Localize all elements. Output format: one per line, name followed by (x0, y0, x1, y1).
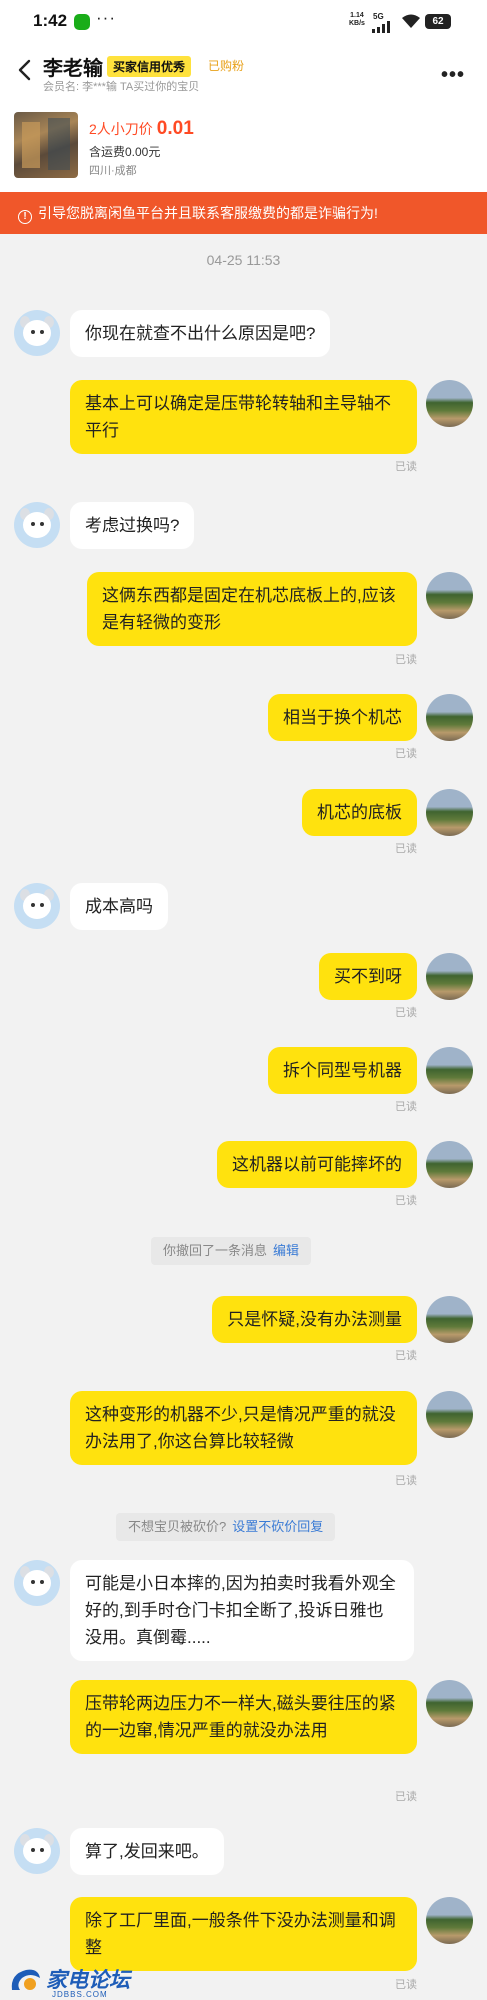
product-location: 四川·成都 (89, 165, 137, 177)
chat-header: 李老输 买家信用优秀 已购粉 会员名: 李***输 TA买过你的宝贝 ••• (0, 44, 487, 96)
signal-icon (372, 21, 390, 33)
warning-text: 引导您脱离闲鱼平台并且联系客服缴费的都是诈骗行为! (38, 205, 378, 221)
read-receipt: 已读 (395, 1195, 417, 1207)
my-avatar[interactable] (426, 953, 473, 1000)
read-receipt: 已读 (395, 1350, 417, 1362)
my-avatar[interactable] (426, 1680, 473, 1727)
my-avatar[interactable] (426, 694, 473, 741)
contact-avatar[interactable] (14, 1828, 60, 1874)
watermark-icon (11, 1969, 40, 1990)
status-bar: 1:42 ··· 1.14 KB/s 5G 62 (0, 0, 487, 44)
watermark-logo: 家电论坛 JDBBS.COM (8, 1960, 138, 2000)
message-bubble-left[interactable]: 可能是小日本摔的,因为拍卖时我看外观全好的,到手时仓门卡扣全断了,投诉日雅也没用… (70, 1560, 414, 1661)
member-info: 会员名: 李***输 TA买过你的宝贝 (43, 81, 200, 93)
read-receipt: 已读 (395, 1007, 417, 1019)
bargain-notice-text: 不想宝贝被砍价? (128, 1519, 227, 1534)
product-price-label: 2人小刀价 (89, 121, 153, 137)
message-bubble-right[interactable]: 这机器以前可能摔坏的 (217, 1141, 417, 1188)
watermark-subtitle: JDBBS.COM (52, 1990, 108, 1999)
product-card[interactable]: 2人小刀价 0.01 含运费0.00元 四川·成都 (0, 96, 487, 192)
bargain-setting-link[interactable]: 设置不砍价回复 (232, 1519, 323, 1534)
network-speed-unit: KB/s (349, 20, 365, 27)
message-bubble-left[interactable]: 你现在就查不出什么原因是吧? (70, 310, 331, 357)
recall-notice: 你撤回了一条消息 编辑 (151, 1237, 312, 1265)
message-bubble-right[interactable]: 买不到呀 (319, 953, 417, 1000)
my-avatar[interactable] (426, 1141, 473, 1188)
fraud-warning-banner: ! 引导您脱离闲鱼平台并且联系客服缴费的都是诈骗行为! (0, 192, 487, 234)
contact-avatar[interactable] (14, 1560, 60, 1606)
product-price-value: 0.01 (156, 118, 194, 139)
my-avatar[interactable] (426, 1391, 473, 1438)
bought-label: 已购粉 (208, 59, 245, 73)
message-bubble-right[interactable]: 相当于换个机芯 (268, 694, 417, 741)
contact-name[interactable]: 李老输 (43, 52, 103, 81)
contact-avatar[interactable] (14, 310, 60, 356)
bargain-notice: 不想宝贝被砍价? 设置不砍价回复 (116, 1513, 336, 1541)
warning-icon: ! (18, 210, 32, 224)
read-receipt: 已读 (395, 1475, 417, 1487)
my-avatar[interactable] (426, 1047, 473, 1094)
network-speed: 1.14 KB/s (349, 12, 365, 28)
message-bubble-right[interactable]: 压带轮两边压力不一样大,磁头要往压的紧的一边窜,情况严重的就没办法用 (70, 1680, 417, 1754)
contact-avatar[interactable] (14, 502, 60, 548)
wechat-notification-icon (74, 14, 90, 30)
message-bubble-left[interactable]: 算了,发回来吧。 (70, 1828, 224, 1875)
message-bubble-left[interactable]: 考虑过换吗? (70, 502, 195, 549)
recall-edit-link[interactable]: 编辑 (273, 1243, 299, 1258)
more-notifications-icon: ··· (96, 8, 116, 27)
my-avatar[interactable] (426, 1296, 473, 1343)
product-shipping: 含运费0.00元 (89, 145, 161, 159)
read-receipt: 已读 (395, 748, 417, 760)
my-avatar[interactable] (426, 789, 473, 836)
read-receipt: 已读 (395, 843, 417, 855)
read-receipt: 已读 (395, 1791, 417, 1803)
chat-timestamp: 04-25 11:53 (206, 252, 281, 268)
product-thumbnail[interactable] (14, 112, 78, 178)
my-avatar[interactable] (426, 380, 473, 427)
my-avatar[interactable] (426, 1897, 473, 1944)
read-receipt: 已读 (395, 654, 417, 666)
back-icon[interactable] (16, 58, 34, 82)
recall-notice-text: 你撤回了一条消息 (163, 1243, 268, 1258)
read-receipt: 已读 (395, 1979, 417, 1991)
network-speed-value: 1.14 (350, 12, 364, 19)
contact-avatar[interactable] (14, 883, 60, 929)
battery-icon: 62 (425, 14, 451, 29)
wifi-icon (402, 14, 420, 28)
message-bubble-right[interactable]: 拆个同型号机器 (268, 1047, 417, 1094)
my-avatar[interactable] (426, 572, 473, 619)
message-bubble-right[interactable]: 这俩东西都是固定在机芯底板上的,应该是有轻微的变形 (87, 572, 417, 646)
status-time: 1:42 (33, 11, 68, 30)
message-bubble-right[interactable]: 基本上可以确定是压带轮转轴和主导轴不平行 (70, 380, 417, 454)
read-receipt: 已读 (395, 461, 417, 473)
message-bubble-left[interactable]: 成本高吗 (70, 883, 168, 930)
network-type: 5G (373, 12, 384, 21)
product-price: 2人小刀价 0.01 (89, 118, 194, 140)
read-receipt: 已读 (395, 1101, 417, 1113)
message-bubble-right[interactable]: 机芯的底板 (302, 789, 417, 836)
message-bubble-right[interactable]: 只是怀疑,没有办法测量 (212, 1296, 417, 1343)
message-bubble-right[interactable]: 这种变形的机器不少,只是情况严重的就没办法用了,你这台算比较轻微 (70, 1391, 417, 1465)
more-options-icon[interactable]: ••• (441, 64, 465, 87)
credit-badge: 买家信用优秀 (107, 56, 192, 77)
